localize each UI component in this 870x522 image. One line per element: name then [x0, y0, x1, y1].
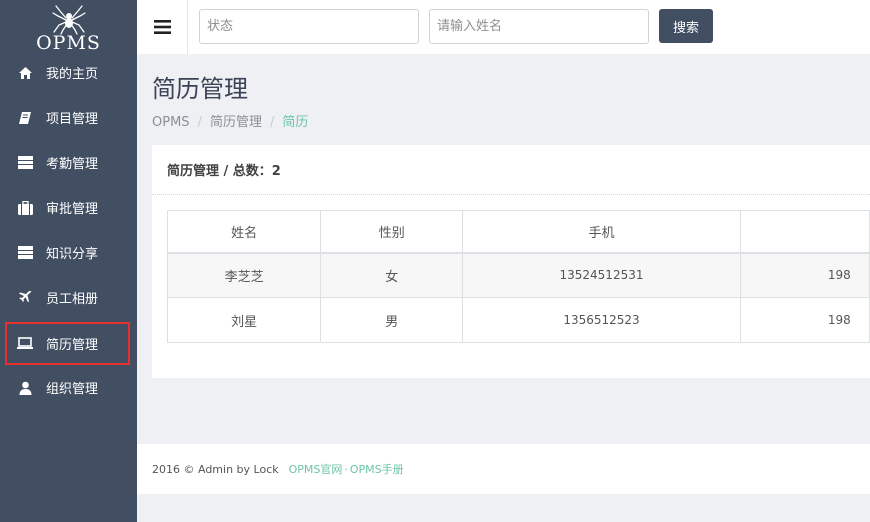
footer-link-site[interactable]: OPMS官网: [289, 461, 343, 477]
sidebar-item-home[interactable]: 我的主页: [0, 50, 137, 95]
footer-link-manual[interactable]: OPMS手册: [350, 461, 404, 477]
sidebar-item-label: 我的主页: [46, 67, 99, 82]
column-header-phone[interactable]: 手机: [462, 210, 741, 254]
sidebar-item-approval[interactable]: 审批管理: [0, 185, 137, 230]
cell-extra: 198: [739, 252, 870, 298]
sidebar: OPMS 我的主页 项目管理 考勤管理 审批管理 知识分享 员工相册 简历管理 …: [0, 0, 137, 522]
breadcrumb-home-link[interactable]: OPMS: [152, 115, 190, 130]
table-header-row: 姓名 性别 手机: [166, 210, 870, 254]
sidebar-item-resume[interactable]: 简历管理: [5, 322, 130, 365]
page-title: 简历管理: [152, 75, 248, 103]
cell-phone: 13524512531: [462, 252, 741, 298]
sidebar-item-label: 审批管理: [46, 202, 99, 217]
column-header-extra[interactable]: [739, 210, 870, 254]
breadcrumb: OPMS / 简历管理 / 简历: [152, 115, 308, 131]
resume-panel: 简历管理 / 总数：2 姓名 性别 手机 李芝芝 女 13524512531 1…: [152, 145, 870, 378]
cell-gender: 男: [320, 297, 464, 343]
cell-name: 刘星: [166, 297, 322, 343]
sidebar-item-organization[interactable]: 组织管理: [0, 365, 137, 410]
top-header: 搜索: [137, 0, 870, 54]
sidebar-item-attendance[interactable]: 考勤管理: [0, 140, 137, 185]
sidebar-item-knowledge[interactable]: 知识分享: [0, 230, 137, 275]
sidebar-item-label: 员工相册: [46, 292, 99, 307]
sidebar-item-label: 知识分享: [46, 247, 99, 262]
briefcase-icon: [17, 200, 33, 216]
list-icon: [17, 155, 33, 171]
footer-dot: ·: [344, 462, 348, 476]
sidebar-item-label: 组织管理: [46, 382, 99, 397]
status-input[interactable]: [199, 9, 419, 44]
spider-logo-icon: [51, 5, 86, 35]
sidebar-item-album[interactable]: 员工相册: [0, 275, 137, 320]
table-row[interactable]: 李芝芝 女 13524512531 198: [166, 252, 870, 298]
column-header-gender[interactable]: 性别: [320, 210, 464, 254]
menu-toggle-button[interactable]: [137, 0, 188, 54]
book-icon: [17, 110, 33, 126]
sidebar-item-label: 简历管理: [46, 338, 99, 353]
panel-heading: 简历管理 / 总数：2: [152, 145, 870, 195]
cell-name: 李芝芝: [166, 252, 322, 298]
home-icon: [17, 65, 33, 81]
user-icon: [17, 380, 33, 396]
column-header-name[interactable]: 姓名: [166, 210, 322, 254]
footer-copyright: 2016 © Admin by Lock: [152, 462, 279, 476]
breadcrumb-separator: /: [197, 115, 202, 130]
table-row[interactable]: 刘星 男 1356512523 198: [166, 297, 870, 343]
sidebar-item-projects[interactable]: 项目管理: [0, 95, 137, 140]
breadcrumb-section-link[interactable]: 简历管理: [210, 115, 262, 130]
logo[interactable]: OPMS: [0, 0, 137, 56]
laptop-icon: [17, 336, 33, 352]
cell-extra: 198: [739, 297, 870, 343]
footer: 2016 © Admin by Lock OPMS官网 · OPMS手册: [137, 444, 870, 494]
name-search-input[interactable]: [429, 9, 649, 44]
plane-icon: [17, 290, 33, 306]
hamburger-icon: [153, 20, 171, 34]
search-button[interactable]: 搜索: [659, 9, 713, 43]
sidebar-item-label: 考勤管理: [46, 157, 99, 172]
cell-gender: 女: [320, 252, 464, 298]
sidebar-item-label: 项目管理: [46, 112, 99, 127]
list-icon: [17, 245, 33, 261]
resume-table: 姓名 性别 手机 李芝芝 女 13524512531 198 刘星 男 1356…: [166, 210, 870, 343]
breadcrumb-current: 简历: [282, 115, 309, 130]
cell-phone: 1356512523: [462, 297, 741, 343]
breadcrumb-separator: /: [269, 115, 275, 130]
